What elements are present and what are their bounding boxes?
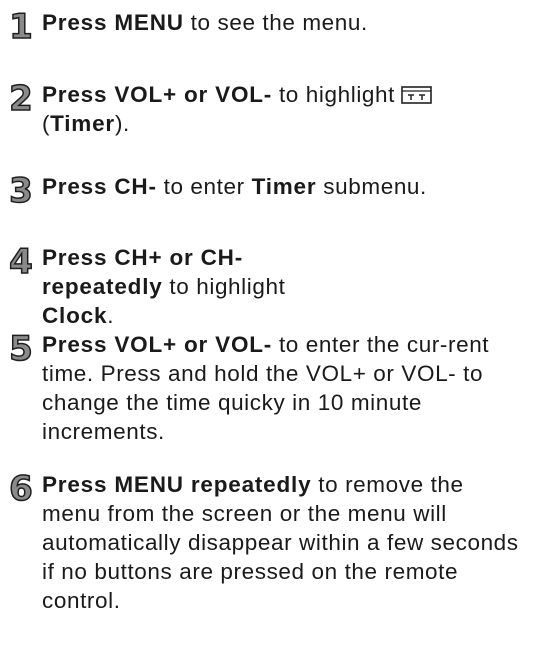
step-number: 2 <box>8 79 33 119</box>
step-bold-text: Press VOL+ or VOL- <box>42 82 273 107</box>
step-text: Press CH- to enter Timer submenu. <box>42 172 532 201</box>
step-bold-text: Timer <box>50 111 115 136</box>
step-regular-text: ). <box>114 111 130 136</box>
step-regular-text: ( <box>42 111 51 136</box>
step-regular-text: to see the menu. <box>183 10 368 35</box>
step-number: 1 <box>8 7 33 47</box>
step-bold-text: Press VOL+ or VOL- <box>42 332 273 357</box>
step-regular-text: to enter <box>156 174 252 199</box>
step-regular-text: to highlight <box>272 82 395 107</box>
step-bold-text: Press CH- <box>42 174 157 199</box>
step-text: Press MENU to see the menu. <box>42 8 532 37</box>
step-text: Press MENU repeatedly to remove the menu… <box>42 470 522 615</box>
step-number: 4 <box>8 242 33 282</box>
step-text: Press CH+ or CH- repeatedly to highlight… <box>42 243 342 330</box>
step-number: 6 <box>8 469 33 509</box>
step-bold-text: Timer <box>251 174 317 199</box>
step-bold-text: Press MENU <box>42 10 184 35</box>
step-bold-text: Clock <box>42 303 108 328</box>
step-number: 3 <box>8 171 33 211</box>
step-number: 5 <box>8 329 33 369</box>
step-regular-text: submenu. <box>316 174 427 199</box>
step-regular-text: to highlight <box>162 274 286 299</box>
timer-icon <box>401 82 432 104</box>
step-bold-text: Press MENU repeatedly <box>42 472 312 497</box>
step-text: Press VOL+ or VOL- to highlight (Timer). <box>42 80 532 138</box>
step-regular-text: . <box>107 303 115 328</box>
step-text: Press VOL+ or VOL- to enter the cur-rent… <box>42 330 512 446</box>
